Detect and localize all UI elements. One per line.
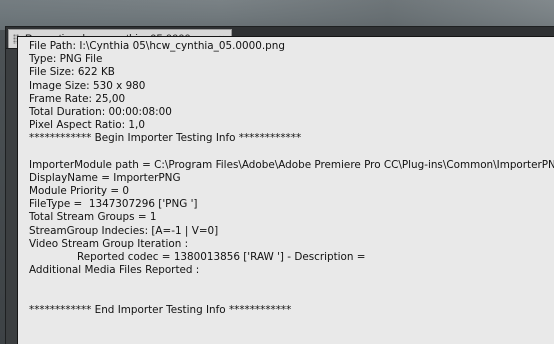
properties-line <box>29 277 554 290</box>
properties-line: ************ Begin Importer Testing Info… <box>29 132 302 145</box>
properties-line: FileType = 1347307296 ['PNG '] <box>29 198 198 211</box>
properties-line: File Size: 622 KB <box>29 66 115 79</box>
properties-line: Total Stream Groups = 1 <box>29 211 157 224</box>
properties-line: Pixel Aspect Ratio: 1,0 <box>29 119 145 132</box>
properties-line: ImporterModule path = C:\Program Files\A… <box>29 158 554 171</box>
properties-line: Frame Rate: 25,00 <box>29 92 126 105</box>
properties-line: ************ End Importer Testing Info *… <box>29 303 292 316</box>
properties-line: Video Stream Group Iteration : <box>29 237 189 250</box>
properties-line: File Path: I:\Cynthia 05\hcw_cynthia_05.… <box>29 40 285 52</box>
properties-window: Properties: hcw_cynthia_05.0000.png × Fi… <box>0 0 554 344</box>
properties-line: Additional Media Files Reported : <box>29 264 200 277</box>
properties-line <box>29 291 554 304</box>
properties-line: Total Duration: 00:00:08:00 <box>29 105 172 118</box>
properties-line: Module Priority = 0 <box>29 185 129 198</box>
content-area: File Path: I:\Cynthia 05\hcw_cynthia_05.… <box>17 36 554 344</box>
properties-line: Type: PNG File <box>29 53 103 66</box>
properties-line: DisplayName = ImporterPNG <box>29 171 181 184</box>
properties-line: StreamGroup Indecies: [A=-1 | V=0] <box>29 224 219 237</box>
properties-line: Reported codec = 1380013856 ['RAW '] - D… <box>77 251 366 263</box>
properties-line: Image Size: 530 x 980 <box>29 79 146 92</box>
properties-text: File Path: I:\Cynthia 05\hcw_cynthia_05.… <box>18 37 554 344</box>
properties-line <box>29 146 554 159</box>
